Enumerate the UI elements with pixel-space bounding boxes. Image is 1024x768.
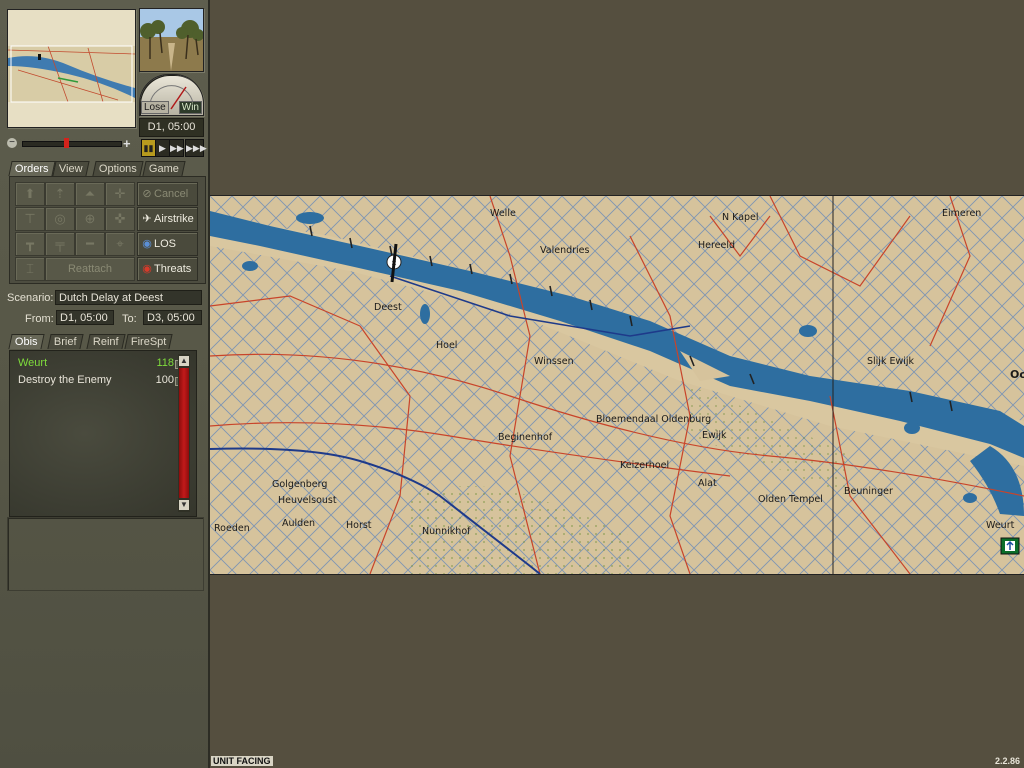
defend-order-icon[interactable]: ⊤ — [15, 207, 45, 231]
from-time: D1, 05:00 — [56, 310, 114, 325]
map-label: Valendries — [540, 245, 590, 256]
from-label: From: — [25, 313, 54, 325]
map-label: Slijk Ewijk — [867, 356, 915, 367]
bombard-order-icon[interactable]: ⊕ — [75, 207, 105, 231]
objective-flag-icon[interactable] — [1000, 537, 1020, 555]
scenario-name: Dutch Delay at Deest — [55, 290, 202, 305]
to-label: To: — [122, 313, 137, 325]
main-tabs: Orders View Options Game — [8, 161, 205, 176]
zoom-slider[interactable]: − + — [7, 136, 134, 151]
pause-button[interactable]: ▮▮ — [141, 139, 156, 157]
play-button[interactable]: ▶ — [155, 139, 170, 157]
eye-icon: ◉ — [142, 238, 152, 250]
reattach-button[interactable]: Reattach — [45, 257, 135, 281]
gauge-lose-label: Lose — [141, 101, 169, 114]
map-label: Hereeld — [698, 240, 735, 251]
objectives-list: Weurt 118 Destroy the Enemy 100 — [9, 350, 197, 517]
info-tabs: Obis Brief Reinf FireSpt — [8, 334, 205, 349]
threats-button[interactable]: ◉ Threats — [137, 257, 198, 281]
tab-view[interactable]: View — [52, 161, 90, 176]
map-label: N Kapel — [722, 212, 759, 223]
los-button[interactable]: ◉ LOS — [137, 232, 198, 256]
map-label: Bloemendaal Oldenburg — [596, 414, 711, 425]
objectives-scrollbar[interactable]: ▲ ▼ — [178, 354, 190, 512]
target-order-icon[interactable]: ✜ — [105, 207, 135, 231]
map-label: Eimeren — [942, 208, 981, 219]
attach-order-icon[interactable]: ⌶ — [15, 257, 45, 281]
tab-obis[interactable]: Obis — [8, 334, 45, 349]
orders-panel: ⬆ ⇡ ⏶ ✛ ⊤ ◎ ⊕ ✜ ┳ ╤ ━ ⌖ ⌶ Reattach ⊘ Canc… — [9, 176, 206, 284]
details-panel — [7, 517, 204, 591]
cancel-icon: ⊘ — [142, 188, 152, 200]
objective-name: Destroy the Enemy — [18, 374, 112, 386]
minimap[interactable] — [7, 9, 136, 128]
version-label: 2.2.86 — [994, 756, 1020, 766]
scroll-thumb[interactable] — [179, 368, 189, 498]
scroll-up-icon[interactable]: ▲ — [179, 356, 189, 366]
game-clock: D1, 05:00 — [139, 118, 204, 137]
terrain-photo — [139, 8, 204, 72]
map-label: Aulden — [282, 518, 315, 529]
objective-value: 100 — [155, 374, 174, 386]
map-label: Alat — [698, 478, 717, 489]
map-label: Weurt — [986, 520, 1015, 531]
map-label: Heuvelsoust — [278, 495, 337, 506]
map-label: Winssen — [534, 356, 574, 367]
map-label: Roeden — [214, 523, 250, 534]
rest-order-icon[interactable]: ━ — [75, 232, 105, 256]
map-label: Ewijk — [702, 430, 727, 441]
assault-order-icon[interactable]: ⏶ — [75, 182, 105, 206]
minimap-terrain — [8, 10, 135, 127]
map-label: Horst — [346, 520, 372, 531]
gauge-win-label: Win — [178, 101, 202, 114]
map-terrain: × Welle N Kapel Eimeren Valendries Heree… — [210, 196, 1024, 574]
tab-brief[interactable]: Brief — [47, 334, 84, 349]
recon-order-icon[interactable]: ◎ — [45, 207, 75, 231]
probe-order-icon[interactable]: ✛ — [105, 182, 135, 206]
deploy-order-icon[interactable]: ⌖ — [105, 232, 135, 256]
delay-order-icon[interactable]: ┳ — [15, 232, 45, 256]
hold-order-icon[interactable]: ╤ — [45, 232, 75, 256]
zoom-thumb[interactable] — [64, 138, 69, 148]
tab-firespt[interactable]: FireSpt — [124, 334, 174, 349]
tab-reinf[interactable]: Reinf — [86, 334, 126, 349]
map-label: Beginenhof — [498, 432, 553, 443]
objective-value: 118 — [156, 357, 174, 369]
objective-name: Weurt — [18, 357, 48, 369]
cancel-button[interactable]: ⊘ Cancel — [137, 182, 198, 206]
zoom-out-icon[interactable]: − — [7, 138, 17, 148]
map-label: Deest — [374, 302, 402, 313]
fast-forward-button[interactable]: ▶▶ — [169, 139, 184, 157]
to-time: D3, 05:00 — [143, 310, 202, 325]
threat-eye-icon: ◉ — [142, 263, 152, 275]
airstrike-icon: ✈ — [142, 213, 152, 225]
map-label: Golgenberg — [272, 479, 327, 490]
battle-map[interactable]: × Welle N Kapel Eimeren Valendries Heree… — [210, 195, 1024, 575]
map-label: Welle — [490, 208, 516, 219]
map-label: Olden Tempel — [758, 494, 823, 505]
map-label: Hoel — [436, 340, 457, 351]
tab-orders[interactable]: Orders — [8, 161, 56, 176]
fastest-button[interactable]: ▶▶▶ — [185, 139, 207, 157]
tab-options[interactable]: Options — [92, 161, 144, 176]
map-label: Beuninger — [844, 486, 893, 497]
zoom-track[interactable] — [22, 141, 122, 147]
victory-gauge: Lose Win — [139, 74, 204, 116]
scroll-down-icon[interactable]: ▼ — [179, 500, 189, 510]
tab-game[interactable]: Game — [142, 161, 186, 176]
map-label: Keizerhoel — [620, 460, 669, 471]
map-label: Oo — [1010, 368, 1024, 381]
zoom-in-icon[interactable]: + — [123, 136, 131, 151]
fast-move-order-icon[interactable]: ⇡ — [45, 182, 75, 206]
status-text: UNIT FACING — [211, 756, 273, 766]
scenario-label: Scenario: — [7, 292, 54, 304]
command-sidebar: Lose Win D1, 05:00 − + ▮▮ ▶ ▶▶ ▶▶▶ Order… — [0, 0, 210, 768]
map-label: Nunnikhof — [422, 526, 471, 537]
move-order-icon[interactable]: ⬆ — [15, 182, 45, 206]
airstrike-button[interactable]: ✈ Airstrike — [137, 207, 198, 231]
